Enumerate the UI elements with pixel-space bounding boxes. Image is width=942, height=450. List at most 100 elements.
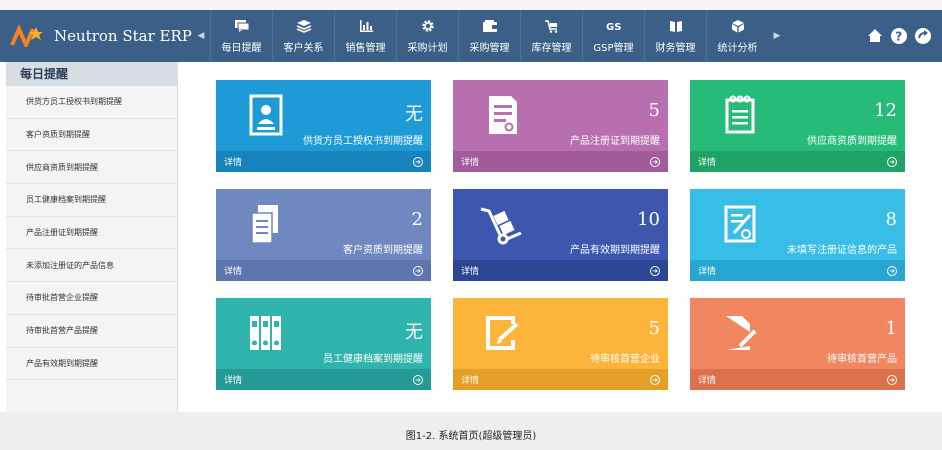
nav-item-purchase-plan[interactable]: 采购计划 <box>396 10 458 62</box>
detail-link[interactable]: 详情 <box>461 373 479 386</box>
binders-icon <box>250 316 281 350</box>
gear-icon <box>421 19 434 32</box>
detail-link[interactable]: 详情 <box>461 264 479 277</box>
home-icon[interactable] <box>866 27 884 45</box>
tile-detail-bar[interactable]: 详情 ➜ <box>690 151 905 172</box>
tile-count: 5 <box>648 318 660 339</box>
sidebar-item-pending-enterprise[interactable]: 待审批首营企业提醒 <box>6 282 177 315</box>
tile-label: 待审核首营企业 <box>590 354 660 365</box>
edit-doc-icon <box>724 205 756 243</box>
tile-registration-cert[interactable]: 5 产品注册证到期提醒 详情 ➜ <box>453 80 668 172</box>
tile-count: 8 <box>885 209 897 230</box>
figure-caption: 图1-2. 系统首页(超级管理员) <box>405 431 537 442</box>
nav-item-purchase[interactable]: 采购管理 <box>458 10 520 62</box>
certificate-icon <box>489 96 517 134</box>
sidebar-item-customer-qualification[interactable]: 客户资质到期提醒 <box>6 119 177 152</box>
tile-supplier-qualification[interactable]: 12 供应商资质到期提醒 详情 ➜ <box>690 80 905 172</box>
brand-name: Neutron Star ERP <box>54 27 192 45</box>
sidebar-item-pending-product[interactable]: 待审批首营产品提醒 <box>6 315 177 348</box>
notepad-icon <box>725 95 755 134</box>
arrow-right-circle-icon[interactable]: ➜ <box>650 374 660 385</box>
tile-label: 客户资质到期提醒 <box>343 245 423 256</box>
layers-icon <box>296 19 311 33</box>
nav-scroll-left-icon[interactable]: ◀ <box>192 10 210 62</box>
nav-item-sales[interactable]: 销售管理 <box>334 10 396 62</box>
sidebar-item-registration-cert[interactable]: 产品注册证到期提醒 <box>6 217 177 250</box>
tile-detail-bar[interactable]: 详情 ➜ <box>216 369 431 390</box>
tile-label: 未填写注册证信息的产品 <box>787 245 897 256</box>
sidebar-item-supplier-auth[interactable]: 供货方员工授权书到期提醒 <box>6 86 177 119</box>
nav-item-gsp[interactable]: GSP GSP管理 <box>582 10 644 62</box>
nav-scroll-right-icon[interactable]: ▶ <box>768 10 786 62</box>
wallet-icon <box>482 19 497 32</box>
help-icon[interactable]: ? <box>890 27 908 45</box>
nav-item-inventory[interactable]: 库存管理 <box>520 10 582 62</box>
tile-product-expiry[interactable]: 10 产品有效期到期提醒 详情 ➜ <box>453 189 668 281</box>
sidebar: 每日提醒 供货方员工授权书到期提醒 客户资质到期提醒 供应商资质到期提醒 员工健… <box>6 62 178 412</box>
brand[interactable]: Neutron Star ERP <box>0 10 192 62</box>
nav-item-label: 采购管理 <box>469 42 510 54</box>
top-navbar: Neutron Star ERP ◀ 每日提醒 客户关系 销售管理 采购计划 采… <box>0 10 942 62</box>
nav-item-label: 库存管理 <box>531 42 572 54</box>
nav-item-daily-reminder[interactable]: 每日提醒 <box>210 10 272 62</box>
top-strip <box>0 0 942 10</box>
detail-link[interactable]: 详情 <box>698 373 716 386</box>
svg-text:GSP: GSP <box>606 22 622 33</box>
tile-detail-bar[interactable]: 详情 ➜ <box>453 151 668 172</box>
arrow-right-circle-icon[interactable]: ➜ <box>650 156 660 167</box>
nav-item-finance[interactable]: 财务管理 <box>644 10 706 62</box>
bar-chart-icon <box>359 19 373 32</box>
sidebar-item-missing-registration[interactable]: 未添加注册证的产品信息 <box>6 249 177 283</box>
tile-health-records[interactable]: 无 员工健康档案到期提醒 详情 ➜ <box>216 298 431 390</box>
tile-label: 产品注册证到期提醒 <box>570 136 660 147</box>
sidebar-item-expiry[interactable]: 产品有效期到期提醒 <box>6 348 177 381</box>
arrow-right-circle-icon[interactable]: ➜ <box>887 265 897 276</box>
tile-detail-bar[interactable]: 详情 ➜ <box>453 369 668 390</box>
tile-count: 2 <box>411 209 423 230</box>
detail-link[interactable]: 详情 <box>698 264 716 277</box>
logout-icon[interactable] <box>914 27 932 45</box>
arrow-right-circle-icon[interactable]: ➜ <box>887 156 897 167</box>
tile-count: 5 <box>648 100 660 121</box>
sidebar-item-health-records[interactable]: 员工健康档案到期提醒 <box>6 184 177 217</box>
id-card-icon <box>249 94 283 136</box>
nav-item-statistics[interactable]: 统计分析 <box>706 10 768 62</box>
tile-detail-bar[interactable]: 详情 ➜ <box>690 260 905 281</box>
sidebar-item-supplier-qualification[interactable]: 供应商资质到期提醒 <box>6 151 177 185</box>
tile-detail-bar[interactable]: 详情 ➜ <box>453 260 668 281</box>
svg-text:?: ? <box>895 30 902 44</box>
arrow-right-circle-icon[interactable]: ➜ <box>887 374 897 385</box>
arrow-right-circle-icon[interactable]: ➜ <box>650 265 660 276</box>
sidebar-title: 每日提醒 <box>6 62 177 86</box>
detail-link[interactable]: 详情 <box>224 264 242 277</box>
tile-detail-bar[interactable]: 详情 ➜ <box>216 151 431 172</box>
detail-link[interactable]: 详情 <box>461 155 479 168</box>
tile-label: 供应商资质到期提醒 <box>807 136 897 147</box>
arrow-right-circle-icon[interactable]: ➜ <box>413 374 423 385</box>
arrow-right-circle-icon[interactable]: ➜ <box>413 265 423 276</box>
tile-count: 1 <box>885 318 897 339</box>
nav-item-label: 采购计划 <box>407 42 448 54</box>
arrow-right-circle-icon[interactable]: ➜ <box>413 156 423 167</box>
nav-item-label: 每日提醒 <box>221 42 262 54</box>
nav-item-customer[interactable]: 客户关系 <box>272 10 334 62</box>
book-icon <box>669 20 682 32</box>
tile-customer-qualification[interactable]: 2 客户资质到期提醒 详情 ➜ <box>216 189 431 281</box>
tile-pending-product[interactable]: 1 待审核首营产品 详情 ➜ <box>690 298 905 390</box>
top-right-actions: ? <box>866 10 942 62</box>
nav-item-label: 财务管理 <box>655 42 696 54</box>
tile-count: 无 <box>405 104 423 125</box>
tile-missing-registration[interactable]: 8 未填写注册证信息的产品 详情 ➜ <box>690 189 905 281</box>
detail-link[interactable]: 详情 <box>698 155 716 168</box>
tile-label: 员工健康档案到期提醒 <box>323 354 423 365</box>
gsp-icon: GSP <box>606 22 622 33</box>
chat-icon <box>234 19 249 32</box>
detail-link[interactable]: 详情 <box>224 373 242 386</box>
nav-item-label: GSP管理 <box>593 42 634 54</box>
detail-link[interactable]: 详情 <box>224 155 242 168</box>
tile-detail-bar[interactable]: 详情 ➜ <box>690 369 905 390</box>
tile-supplier-auth[interactable]: 无 供货方员工授权书到期提醒 详情 ➜ <box>216 80 431 172</box>
tile-pending-enterprise[interactable]: 5 待审核首营企业 详情 ➜ <box>453 298 668 390</box>
tile-detail-bar[interactable]: 详情 ➜ <box>216 260 431 281</box>
documents-icon <box>251 205 278 244</box>
